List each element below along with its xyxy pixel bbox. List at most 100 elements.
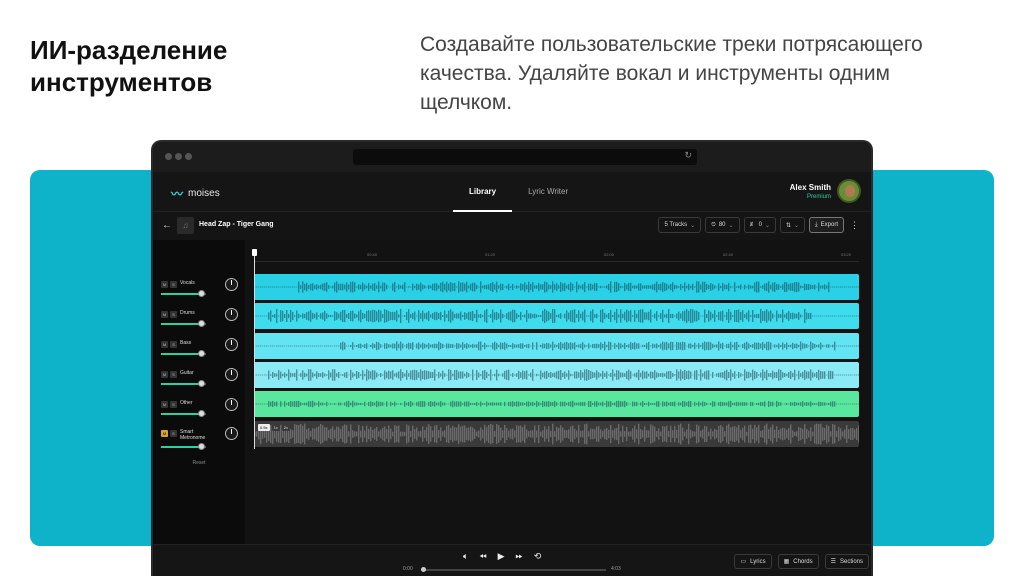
waveform-bar xyxy=(358,372,360,378)
solo-button[interactable]: S xyxy=(170,371,177,378)
waveform-bar xyxy=(534,374,536,376)
volume-slider[interactable] xyxy=(161,410,206,417)
waveform-other[interactable] xyxy=(254,391,859,417)
progress-track[interactable] xyxy=(421,567,606,572)
volume-icon[interactable]: 🔈︎ xyxy=(463,551,468,562)
waveform-drums[interactable] xyxy=(254,303,859,329)
pan-knob[interactable] xyxy=(225,338,238,351)
solo-button[interactable]: S xyxy=(170,311,177,318)
tab-library[interactable]: Library xyxy=(453,172,513,212)
solo-button[interactable]: S xyxy=(170,341,177,348)
waveform-bar xyxy=(756,342,758,350)
minimize-dot[interactable] xyxy=(175,153,182,160)
solo-button[interactable]: S xyxy=(170,281,177,288)
mute-button[interactable]: M xyxy=(161,371,168,378)
waveform-bar xyxy=(538,345,540,347)
waveform-bar xyxy=(674,425,676,443)
mute-button[interactable]: M xyxy=(161,341,168,348)
waveform-bar xyxy=(306,429,308,439)
chords-button[interactable]: ▦ Chords xyxy=(777,554,819,569)
maximize-dot[interactable] xyxy=(185,153,192,160)
more-options-icon[interactable]: ⋮ xyxy=(848,220,861,231)
tab-lyric-writer[interactable]: Lyric Writer xyxy=(512,172,584,212)
waveform-bar xyxy=(290,429,292,439)
speed-option[interactable]: 2x xyxy=(281,424,291,431)
solo-button[interactable]: S xyxy=(170,430,177,437)
volume-slider[interactable] xyxy=(161,350,206,357)
waveform-bar xyxy=(762,341,764,351)
waveform-bar xyxy=(348,345,350,347)
waveform-bar xyxy=(488,402,490,406)
pitch-dropdown[interactable]: ≢ 0 ⌄ xyxy=(743,217,776,233)
timeline-ruler[interactable]: 00:40 01:20 02:00 02:40 03:20 xyxy=(254,248,859,262)
waveform-bar xyxy=(644,402,646,406)
waveform-bar xyxy=(744,369,746,381)
waveform-guitar[interactable] xyxy=(254,362,859,388)
play-icon[interactable]: ▶ xyxy=(498,551,505,562)
mute-button[interactable]: M xyxy=(161,430,168,437)
solo-button[interactable]: S xyxy=(170,401,177,408)
waveform-vocals[interactable] xyxy=(254,274,859,300)
waveform-area[interactable]: 00:40 01:20 02:00 02:40 03:20 0.5x 1x 2x xyxy=(245,240,871,544)
user-menu[interactable]: Alex Smith Premium xyxy=(790,179,861,203)
slider-handle[interactable] xyxy=(198,380,205,387)
waveform-bar xyxy=(538,315,540,317)
volume-slider[interactable] xyxy=(161,320,206,327)
volume-slider[interactable] xyxy=(161,290,206,297)
mute-button[interactable]: M xyxy=(161,401,168,408)
sort-dropdown[interactable]: ⇅ ⌄ xyxy=(779,217,805,233)
tracks-dropdown[interactable]: 5 Tracks ⌄ xyxy=(658,217,702,233)
progress-handle[interactable] xyxy=(421,567,426,572)
volume-slider[interactable] xyxy=(161,380,206,387)
lyrics-button[interactable]: ▭ Lyrics xyxy=(734,554,772,569)
waveform-bar xyxy=(626,284,628,290)
pan-knob[interactable] xyxy=(225,278,238,291)
waveform-bar xyxy=(356,286,358,288)
slider-handle[interactable] xyxy=(198,443,205,450)
mute-button[interactable]: M xyxy=(161,281,168,288)
slider-handle[interactable] xyxy=(198,320,205,327)
moises-logo[interactable]: 〰 moises xyxy=(171,185,220,202)
playhead[interactable] xyxy=(252,249,257,449)
back-arrow-icon[interactable]: ← xyxy=(162,220,172,231)
speed-option[interactable]: 1x xyxy=(271,424,280,431)
waveform-bar xyxy=(768,311,770,321)
waveform-bar xyxy=(546,429,548,439)
export-button[interactable]: ⤓ Export xyxy=(809,217,844,233)
waveform-metronome[interactable]: 0.5x 1x 2x xyxy=(254,421,859,447)
waveform-bar xyxy=(448,369,450,381)
waveform-bar xyxy=(362,370,364,380)
bpm-dropdown[interactable]: ⏲ 80 ⌄ xyxy=(705,217,740,233)
pan-knob[interactable] xyxy=(225,368,238,381)
waveform-bar xyxy=(710,342,712,350)
waveform-bar xyxy=(364,343,366,349)
close-dot[interactable] xyxy=(165,153,172,160)
waveform-bar xyxy=(744,342,746,350)
waveform-bar xyxy=(700,284,702,290)
reload-icon[interactable]: ↻ xyxy=(684,150,692,161)
volume-slider[interactable] xyxy=(161,443,206,450)
mute-button[interactable]: M xyxy=(161,311,168,318)
sections-button[interactable]: ☰ Sections xyxy=(824,554,869,569)
waveform-bar xyxy=(656,343,658,349)
slider-handle[interactable] xyxy=(198,410,205,417)
slider-handle[interactable] xyxy=(198,350,205,357)
waveform-bar xyxy=(366,425,368,443)
waveform-bar xyxy=(780,314,782,318)
waveform-bass[interactable] xyxy=(254,333,859,359)
speed-option[interactable]: 0.5x xyxy=(258,424,270,431)
waveform-bar xyxy=(388,344,390,348)
pan-knob[interactable] xyxy=(225,427,238,440)
pan-knob[interactable] xyxy=(225,398,238,411)
rewind-icon[interactable]: ⏪︎ xyxy=(479,551,486,562)
avatar[interactable] xyxy=(837,179,861,203)
pan-knob[interactable] xyxy=(225,308,238,321)
address-bar[interactable]: ↻ xyxy=(353,149,697,165)
progress-bar[interactable]: 0:00 4:03 xyxy=(403,566,623,576)
waveform-bar xyxy=(636,313,638,319)
slider-handle[interactable] xyxy=(198,290,205,297)
reset-button[interactable]: Reset xyxy=(153,460,245,466)
forward-icon[interactable]: ⏩︎ xyxy=(516,551,523,562)
waveform-bar xyxy=(258,286,260,288)
loop-icon[interactable]: ⟲ xyxy=(534,551,542,562)
